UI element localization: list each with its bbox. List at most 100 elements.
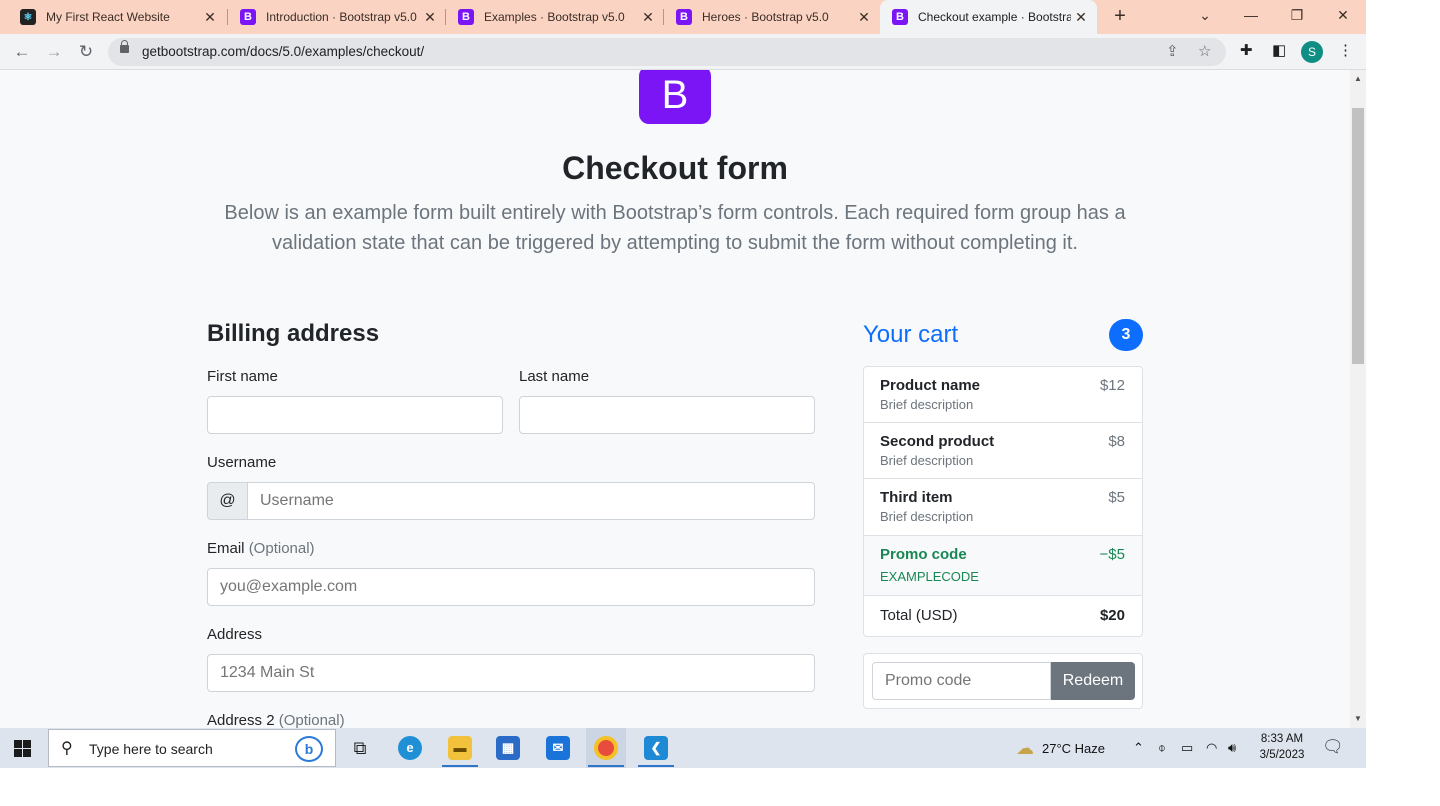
last-name-input[interactable] <box>519 396 815 434</box>
close-window-button[interactable]: ✕ <box>1320 0 1366 34</box>
chrome-browser-icon[interactable] <box>586 728 626 768</box>
page-title: Checkout form <box>562 150 788 186</box>
menu-kebab-icon[interactable]: ⋮ <box>1338 41 1353 59</box>
clock-time: 8:33 AM <box>1260 733 1304 745</box>
address-input[interactable] <box>207 654 815 692</box>
back-arrow-icon[interactable]: ← <box>10 40 34 64</box>
profile-avatar[interactable]: S <box>1301 41 1323 63</box>
close-icon[interactable]: ✕ <box>200 9 220 26</box>
bing-icon[interactable]: b <box>295 736 323 762</box>
first-name-label: First name <box>207 368 278 385</box>
windows-taskbar: ⚲ Type here to search b ⧉ e ▬ ▦ ✉ ❮ ☁ 27… <box>0 728 1366 768</box>
tab-heroes-bootstrap[interactable]: B Heroes · Bootstrap v5.0 ✕ <box>664 0 880 34</box>
react-icon: ⚛ <box>20 9 36 25</box>
file-explorer-icon[interactable]: ▬ <box>440 728 480 768</box>
tab-checkout-example[interactable]: B Checkout example · Bootstrap ✕ <box>880 0 1097 34</box>
microsoft-store-icon[interactable]: ▦ <box>488 728 528 768</box>
show-hidden-icons-chevron[interactable]: ⌃ <box>1133 728 1144 768</box>
taskbar-search-placeholder: Type here to search <box>89 741 213 757</box>
reload-icon[interactable]: ↻ <box>74 40 98 64</box>
tab-my-first-react-website[interactable]: ⚛ My First React Website ✕ <box>8 0 226 34</box>
tab-examples-bootstrap[interactable]: B Examples · Bootstrap v5.0 ✕ <box>446 0 664 34</box>
notification-center-icon[interactable]: 🗨︎ <box>1322 737 1344 757</box>
username-label: Username <box>207 454 277 471</box>
vscode-icon[interactable]: ❮ <box>636 728 676 768</box>
username-input[interactable] <box>247 482 815 520</box>
scroll-up-arrow-icon[interactable]: ▲ <box>1354 74 1362 83</box>
your-cart-heading: Your cart <box>863 321 959 348</box>
close-icon[interactable]: ✕ <box>638 9 658 26</box>
lock-icon <box>120 40 129 53</box>
side-panel-icon[interactable]: ◧ <box>1272 41 1286 59</box>
cart-count-badge: 3 <box>1109 319 1143 351</box>
cart-promo-row: Promo code EXAMPLECODE −$5 <box>864 536 1142 596</box>
address-bar[interactable]: getbootstrap.com/docs/5.0/examples/check… <box>108 38 1226 66</box>
cart-item-description: Brief description <box>880 453 974 468</box>
cart-item-price: $5 <box>1108 489 1125 506</box>
total-value: $20 <box>1099 607 1125 624</box>
battery-icon[interactable]: ▭ <box>1181 728 1193 768</box>
meet-now-icon[interactable]: ⌽ <box>1158 728 1166 768</box>
tab-title: Introduction · Bootstrap v5.0 <box>266 10 417 24</box>
close-icon[interactable]: ✕ <box>1071 9 1091 26</box>
bookmark-star-icon[interactable]: ☆ <box>1198 42 1211 60</box>
taskbar-search-box[interactable]: ⚲ Type here to search b <box>48 729 336 767</box>
tab-search-chevron-icon[interactable]: ⌄ <box>1182 0 1228 34</box>
share-icon[interactable]: ⇪ <box>1166 42 1179 60</box>
volume-icon[interactable]: 🔊︎ <box>1228 728 1236 768</box>
restore-button[interactable]: ❐ <box>1274 0 1320 34</box>
tab-title: My First React Website <box>46 10 170 24</box>
forward-arrow-icon[interactable]: → <box>42 40 66 64</box>
taskbar-clock[interactable]: 8:33 AM 3/5/2023 <box>1252 731 1312 763</box>
extensions-puzzle-icon[interactable]: ✚ <box>1240 41 1253 59</box>
redeem-button[interactable]: Redeem <box>1051 662 1135 700</box>
windows-start-icon[interactable] <box>14 740 31 757</box>
email-optional-text: (Optional) <box>248 540 315 557</box>
scroll-down-arrow-icon[interactable]: ▼ <box>1354 714 1362 723</box>
edge-browser-icon[interactable]: e <box>390 728 430 768</box>
cart-item: Third item Brief description $5 <box>864 479 1142 536</box>
scrollbar-thumb[interactable] <box>1352 108 1364 364</box>
promo-code-input[interactable] <box>872 662 1051 700</box>
new-tab-button[interactable]: + <box>1108 4 1132 28</box>
cart-item: Product name Brief description $12 <box>864 367 1142 423</box>
close-icon[interactable]: ✕ <box>420 9 440 26</box>
cart-item: Second product Brief description $8 <box>864 423 1142 479</box>
page-lead: Below is an example form built entirely … <box>224 202 1126 254</box>
mail-icon[interactable]: ✉ <box>538 728 578 768</box>
cart-list: Product name Brief description $12 Secon… <box>863 366 1143 637</box>
cart-item-price: $8 <box>1108 433 1125 450</box>
wifi-icon[interactable]: ◠ <box>1206 728 1217 768</box>
tab-title: Heroes · Bootstrap v5.0 <box>702 10 829 24</box>
tab-introduction-bootstrap[interactable]: B Introduction · Bootstrap v5.0 ✕ <box>228 0 446 34</box>
close-icon[interactable]: ✕ <box>854 9 874 26</box>
address2-label: Address 2 (Optional) <box>207 712 345 728</box>
address2-label-text: Address 2 <box>207 712 275 728</box>
bootstrap-icon: B <box>892 9 908 25</box>
cart-item-name: Product name <box>880 377 981 394</box>
cart-item-description: Brief description <box>880 397 974 412</box>
email-label: Email (Optional) <box>207 540 315 557</box>
promo-code-value: EXAMPLECODE <box>880 569 979 584</box>
bootstrap-icon: B <box>240 9 256 25</box>
bootstrap-icon: B <box>676 9 692 25</box>
browser-toolbar: ← → ↻ getbootstrap.com/docs/5.0/examples… <box>0 34 1366 70</box>
clock-date: 3/5/2023 <box>1259 749 1305 761</box>
last-name-label: Last name <box>519 368 590 385</box>
minimize-button[interactable]: — <box>1228 0 1274 34</box>
cart-item-name: Second product <box>880 433 995 450</box>
promo-discount: −$5 <box>1099 546 1125 563</box>
address2-optional-text: (Optional) <box>278 712 345 728</box>
screen: ⚛ My First React Website ✕ B Introductio… <box>0 0 1366 768</box>
task-view-icon[interactable]: ⧉ <box>340 728 380 768</box>
weather-widget[interactable]: ☁ 27°C Haze <box>1016 728 1105 768</box>
first-name-input[interactable] <box>207 396 503 434</box>
page-scrollbar[interactable]: ▲ ▼ <box>1350 70 1366 728</box>
search-icon: ⚲ <box>61 740 73 757</box>
url-text[interactable]: getbootstrap.com/docs/5.0/examples/check… <box>142 44 424 59</box>
cart-item-description: Brief description <box>880 509 974 524</box>
username-at-prefix: @ <box>207 482 248 520</box>
cart-item-name: Third item <box>880 489 953 506</box>
tab-title: Checkout example · Bootstrap <box>918 10 1071 24</box>
email-input[interactable] <box>207 568 815 606</box>
